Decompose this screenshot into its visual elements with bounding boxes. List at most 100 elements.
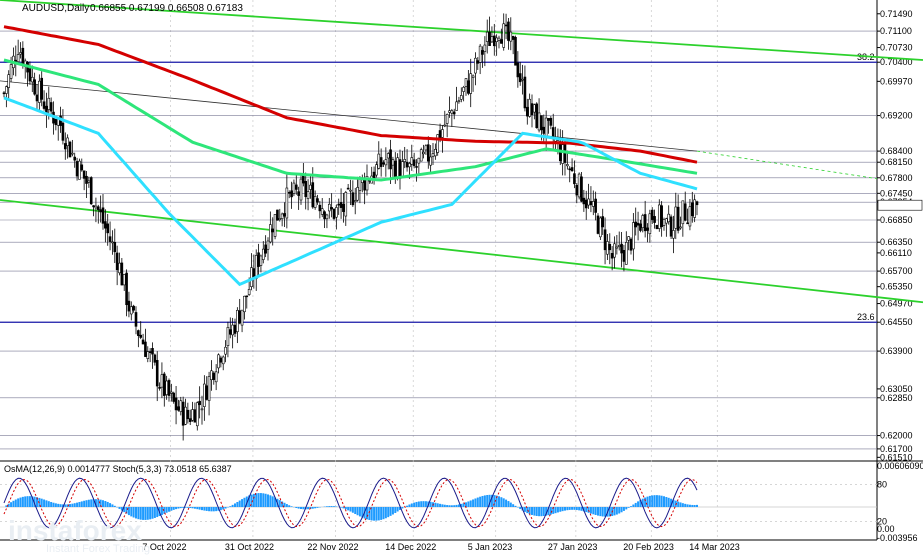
bear-candle	[14, 59, 18, 62]
osma-bar	[102, 500, 104, 507]
bull-candle	[681, 200, 685, 225]
bear-candle	[96, 206, 100, 210]
bull-candle	[243, 295, 246, 313]
osma-bar	[389, 507, 392, 516]
osma-bar	[179, 507, 182, 509]
bear-candle	[155, 360, 159, 387]
bear-candle	[646, 227, 649, 231]
bull-candle	[353, 200, 357, 203]
bull-candle	[306, 191, 310, 199]
bear-candle	[290, 190, 293, 198]
osma-bar	[585, 507, 588, 513]
osma-bar	[330, 506, 333, 507]
bull-candle	[474, 57, 477, 74]
bull-candle	[38, 80, 41, 103]
bull-candle	[391, 159, 395, 166]
bear-candle	[82, 170, 86, 179]
bear-candle	[643, 214, 647, 232]
osma-bar	[424, 501, 427, 507]
bear-candle	[683, 203, 687, 221]
bear-candle	[476, 60, 480, 64]
osma-bar	[533, 507, 536, 516]
bull-candle	[269, 224, 272, 243]
osma-bar	[677, 501, 680, 507]
bear-candle	[500, 39, 503, 44]
osma-bar	[540, 507, 543, 517]
bull-candle	[118, 262, 121, 274]
osma-bar	[203, 507, 206, 511]
osma-bar	[630, 506, 632, 507]
bull-candle	[577, 173, 581, 198]
osma-bar	[142, 507, 145, 520]
osma-bar	[594, 507, 597, 515]
osma-bar	[12, 500, 15, 507]
osma-bar	[486, 495, 489, 507]
current-price-marker	[877, 199, 923, 211]
bear-candle	[148, 351, 152, 353]
price-axis-label: 0.67800	[880, 173, 913, 183]
bull-candle	[544, 117, 548, 138]
bear-candle	[80, 164, 84, 171]
osma-bar	[264, 493, 267, 507]
osma-bar	[469, 500, 472, 507]
bear-candle	[28, 68, 32, 82]
osma-bar	[472, 499, 475, 507]
bull-candle	[349, 189, 352, 192]
osma-bar	[679, 502, 682, 507]
osma-bar	[52, 502, 55, 507]
bull-candle	[624, 242, 628, 265]
osma-bar	[481, 495, 484, 507]
bear-candle	[21, 47, 25, 66]
bear-candle	[405, 161, 409, 168]
bear-candle	[676, 206, 680, 231]
osma-bar	[198, 507, 201, 510]
bull-candle	[641, 215, 645, 228]
bear-candle	[582, 197, 586, 205]
bear-candle	[580, 176, 583, 202]
osma-bar	[505, 499, 508, 507]
osma-bar	[118, 507, 121, 509]
osma-bar	[78, 502, 81, 507]
bear-candle	[686, 222, 689, 225]
osma-bar	[632, 504, 635, 507]
osma-bar	[71, 503, 74, 507]
osma-bar	[622, 507, 625, 511]
bear-candle	[205, 385, 209, 400]
bull-candle	[648, 213, 652, 235]
osma-bar	[429, 501, 432, 507]
bear-candle	[115, 252, 119, 271]
osma-bar	[43, 499, 46, 507]
bear-candle	[257, 252, 260, 267]
bull-candle	[200, 408, 204, 411]
bull-candle	[665, 218, 668, 224]
bear-candle	[570, 167, 574, 172]
bull-candle	[464, 78, 468, 87]
osma-bar	[566, 507, 569, 511]
osma-bar	[302, 507, 305, 510]
osma-bar	[130, 507, 133, 517]
osma-bar	[189, 507, 192, 508]
bear-candle	[151, 348, 154, 355]
bull-candle	[184, 406, 187, 425]
bear-candle	[127, 300, 131, 312]
osma-bar	[215, 507, 218, 512]
osma-bar	[212, 507, 215, 512]
time-axis-label: 14 Mar 2023	[689, 542, 740, 552]
bull-candle	[210, 370, 213, 380]
bull-candle	[424, 145, 428, 151]
bear-candle	[212, 372, 216, 380]
bear-candle	[139, 334, 143, 338]
osma-bar	[693, 505, 696, 507]
bull-candle	[280, 213, 284, 219]
bear-candle	[158, 387, 161, 389]
osma-bar	[538, 507, 541, 517]
osma-bar	[340, 507, 343, 508]
bear-candle	[125, 272, 128, 306]
bear-candle	[144, 341, 147, 357]
time-axis-label: 5 Jan 2023	[468, 542, 513, 552]
bull-candle	[203, 383, 206, 407]
price-axis-label: 0.62000	[880, 431, 913, 441]
bear-candle	[389, 149, 392, 170]
bear-candle	[488, 31, 491, 46]
osma-bar	[455, 504, 458, 507]
